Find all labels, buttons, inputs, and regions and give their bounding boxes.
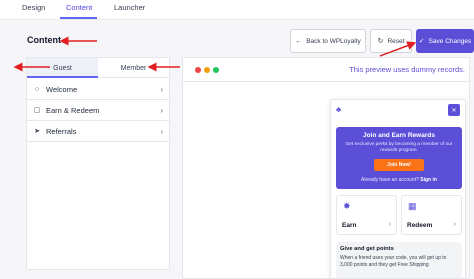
join-now-button[interactable]: Join Now! [374, 159, 424, 171]
back-arrow-icon: ← [295, 37, 303, 45]
sidebar-item-welcome[interactable]: ○ Welcome › [27, 79, 169, 100]
role-tab-member-label: Member [120, 64, 147, 72]
role-tab-member[interactable]: Member [98, 58, 169, 78]
reset-button-label: Reset [387, 37, 405, 45]
page-title: Content [27, 35, 61, 45]
preview-window-bar: This preview uses dummy records. [183, 58, 469, 82]
signin-prompt: Already have an account? Sign in [336, 177, 462, 183]
chevron-right-icon: › [453, 221, 456, 228]
reset-icon: ↻ [377, 37, 384, 45]
earn-label: Earn [342, 222, 357, 229]
sidebar-item-label: Referrals [46, 126, 77, 136]
chevron-right-icon: › [160, 126, 163, 136]
sidebar-item-earn-redeem[interactable]: ▢ Earn & Redeem › [27, 100, 169, 121]
referral-title: Give and get points [340, 246, 394, 252]
referral-description: When a friend uses your code, you will g… [340, 255, 447, 268]
earn-card[interactable]: ✸ Earn › [336, 195, 397, 235]
rewards-widget: ♣ ✕ Join and Earn Rewards Get exclusive … [330, 99, 466, 278]
chevron-right-icon: › [160, 105, 163, 115]
referral-card: Give and get points When a friend uses y… [336, 242, 462, 278]
preview-note: This preview uses dummy records. [349, 65, 465, 74]
sidebar-item-label: Welcome [46, 84, 78, 94]
check-circle-icon: ✓ [418, 37, 425, 45]
join-card: Join and Earn Rewards Get exclusive perk… [336, 127, 462, 189]
back-button-label: Back to WPLoyalty [306, 37, 361, 45]
role-tab-guest[interactable]: Guest [27, 58, 98, 78]
role-tabs: Guest Member [27, 58, 169, 78]
chevron-right-icon: › [388, 221, 391, 228]
tab-launcher[interactable]: Launcher [114, 3, 145, 12]
back-button[interactable]: ← Back to WPLoyalty [290, 29, 366, 53]
join-description: Get exclusive perks by becoming a member… [345, 142, 453, 153]
window-dot-green [213, 67, 219, 73]
signin-link[interactable]: Sign in [420, 177, 437, 183]
top-tab-bar: Design Content Launcher [0, 0, 474, 20]
chevron-right-icon: › [160, 84, 163, 94]
redeem-label: Redeem [407, 222, 433, 229]
gift-box-icon: ▦ [408, 201, 417, 211]
gift-icon: ♣ [336, 105, 342, 114]
window-dot-yellow [204, 67, 210, 73]
close-widget-button[interactable]: ✕ [448, 104, 460, 116]
save-changes-button[interactable]: ✓ Save Changes [416, 29, 474, 53]
close-icon: ✕ [451, 107, 457, 114]
content-sections-panel: Guest Member ○ Welcome › ▢ Earn & Redeem… [26, 57, 170, 270]
tab-design[interactable]: Design [22, 3, 45, 12]
send-icon: ➤ [34, 128, 40, 135]
save-button-label: Save Changes [428, 37, 472, 45]
reset-button[interactable]: ↻ Reset [370, 29, 412, 53]
coin-icon: ▢ [33, 107, 41, 114]
signin-prompt-text: Already have an account? [361, 177, 419, 183]
tab-content[interactable]: Content [66, 3, 92, 12]
chat-bubble-icon: ○ [34, 85, 40, 93]
sidebar-item-referrals[interactable]: ➤ Referrals › [27, 121, 169, 142]
role-tab-indicator [27, 76, 98, 78]
role-tab-guest-label: Guest [53, 64, 72, 72]
sidebar-item-label: Earn & Redeem [46, 105, 100, 115]
earn-icon: ✸ [343, 201, 351, 211]
join-title: Join and Earn Rewards [363, 132, 435, 139]
redeem-card[interactable]: ▦ Redeem › [401, 195, 462, 235]
active-tab-indicator [60, 17, 97, 19]
window-dot-red [195, 67, 201, 73]
preview-panel: This preview uses dummy records. ♣ ✕ Joi… [182, 57, 470, 279]
